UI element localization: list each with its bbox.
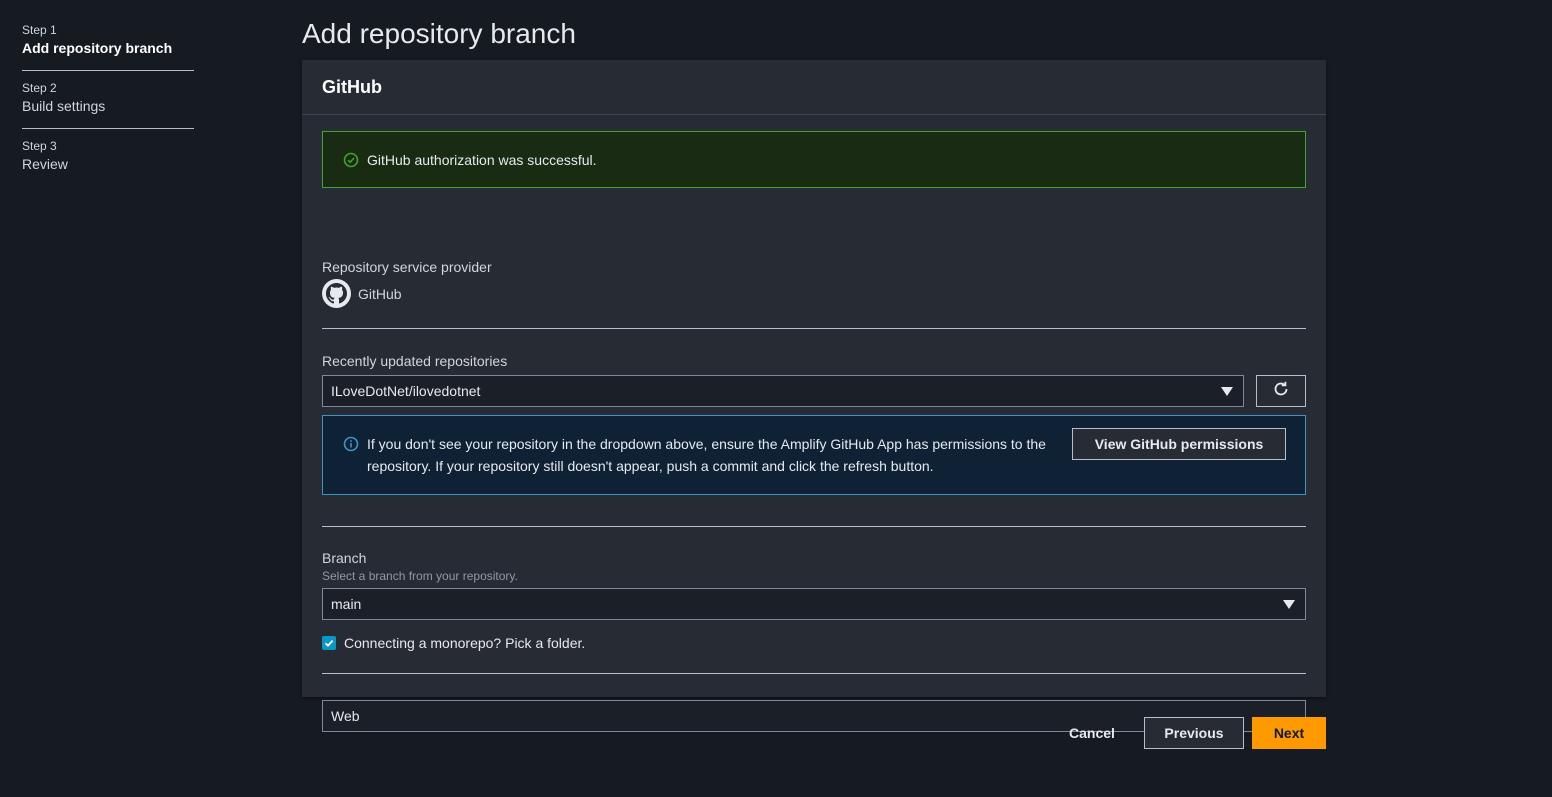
success-alert-text: GitHub authorization was successful. [367, 151, 597, 168]
divider [322, 673, 1306, 674]
monorepo-label: Connecting a monorepo? Pick a folder. [344, 635, 586, 651]
step-number: Step 2 [22, 81, 57, 95]
step-number: Step 1 [22, 23, 57, 37]
step-label: Build settings [22, 98, 106, 114]
step-2[interactable]: Step 2 Build settings [22, 70, 194, 128]
success-alert: GitHub authorization was successful. [322, 131, 1306, 188]
monorepo-folder-value: Web [331, 708, 360, 724]
github-panel: GitHub GitHub authorization was successf… [302, 60, 1326, 732]
caret-down-icon [1221, 387, 1233, 396]
divider [322, 328, 1306, 329]
divider [322, 526, 1306, 527]
github-icon [322, 279, 351, 308]
caret-down-icon [1283, 600, 1295, 609]
check-circle-icon [343, 152, 359, 168]
monorepo-option[interactable]: Connecting a monorepo? Pick a folder. [322, 635, 585, 651]
refresh-button[interactable] [1256, 375, 1306, 407]
branch-selected-value: main [331, 596, 362, 612]
refresh-icon [1272, 380, 1290, 403]
page-title: Add repository branch [302, 18, 576, 49]
branch-label: Branch [322, 550, 367, 566]
provider-name: GitHub [358, 285, 402, 302]
panel-body: GitHub authorization was successful. Rep… [302, 115, 1326, 732]
cancel-button[interactable]: Cancel [1054, 717, 1130, 749]
branch-description: Select a branch from your repository. [322, 569, 518, 583]
wizard-stepper: Step 1 Add repository branch Step 2 Buil… [22, 22, 194, 186]
repository-selected-value: ILoveDotNet/ilovedotnet [331, 383, 481, 399]
branch-select[interactable]: main [322, 588, 1306, 620]
info-alert-text: If you don't see your repository in the … [367, 436, 1046, 474]
page: Step 1 Add repository branch Step 2 Buil… [0, 0, 1552, 797]
next-button[interactable]: Next [1252, 717, 1326, 749]
view-github-permissions-button[interactable]: View GitHub permissions [1072, 428, 1286, 460]
info-alert: If you don't see your repository in the … [322, 415, 1306, 495]
provider-label: Repository service provider [322, 259, 492, 275]
repository-label: Recently updated repositories [322, 353, 508, 369]
provider-value: GitHub [322, 279, 402, 308]
step-1[interactable]: Step 1 Add repository branch [22, 22, 194, 70]
step-label: Add repository branch [22, 40, 173, 56]
step-label: Review [22, 156, 68, 172]
previous-button[interactable]: Previous [1144, 717, 1244, 749]
checkmark-icon [324, 639, 334, 647]
repository-select[interactable]: ILoveDotNet/ilovedotnet [322, 375, 1244, 407]
info-icon [343, 436, 359, 452]
step-number: Step 3 [22, 139, 57, 153]
step-3[interactable]: Step 3 Review [22, 128, 194, 186]
monorepo-checkbox[interactable] [322, 636, 336, 650]
panel-header: GitHub [302, 60, 1326, 115]
